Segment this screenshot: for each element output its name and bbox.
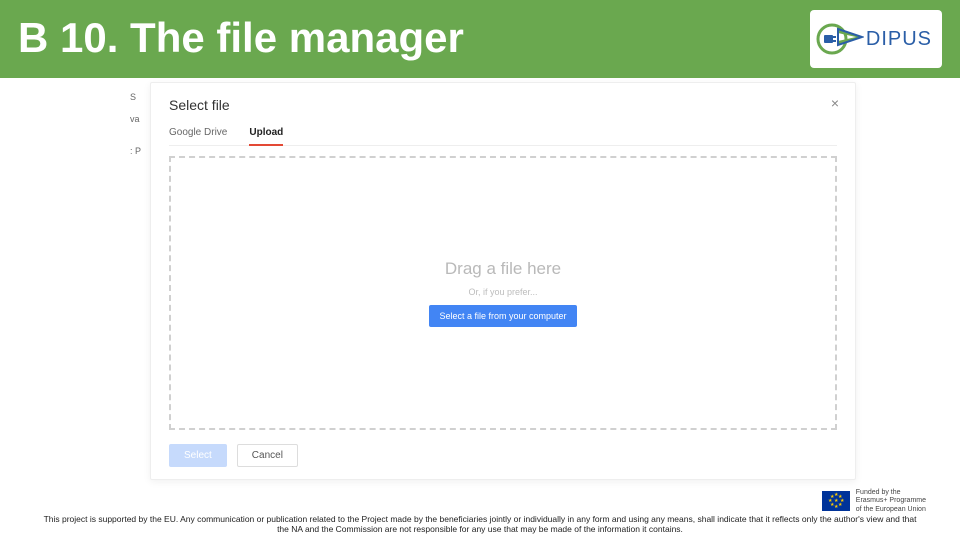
edipus-logo-text: DIPUS bbox=[866, 28, 932, 51]
bg-label: S bbox=[130, 86, 141, 108]
edipus-logo: DIPUS bbox=[810, 10, 942, 68]
eu-flag-icon bbox=[822, 491, 850, 511]
eu-funding-text: Funded by the Erasmus+ Programme of the … bbox=[856, 489, 926, 514]
disclaimer-text: This project is supported by the EU. Any… bbox=[0, 514, 960, 534]
background-form-fragment: S va : P bbox=[130, 86, 141, 162]
modal-tabs: Google Drive Upload bbox=[169, 123, 837, 146]
content-area: S va : P Select file × Google Drive Uplo… bbox=[0, 78, 960, 540]
modal-title: Select file bbox=[169, 97, 837, 113]
eu-line: Erasmus+ Programme bbox=[856, 497, 926, 505]
edipus-logo-icon bbox=[816, 15, 864, 63]
select-button[interactable]: Select bbox=[169, 444, 227, 467]
modal-footer: Select Cancel bbox=[169, 444, 837, 467]
tab-google-drive[interactable]: Google Drive bbox=[169, 123, 227, 145]
slide-header: B 10. The file manager DIPUS bbox=[0, 0, 960, 78]
drag-file-label: Drag a file here bbox=[445, 259, 561, 279]
bg-label: : P bbox=[130, 140, 141, 162]
bg-label: va bbox=[130, 108, 141, 130]
or-label: Or, if you prefer... bbox=[468, 287, 537, 297]
slide-title: B 10. The file manager bbox=[18, 14, 464, 62]
select-file-button[interactable]: Select a file from your computer bbox=[429, 305, 576, 327]
tab-upload[interactable]: Upload bbox=[249, 123, 283, 146]
cancel-button[interactable]: Cancel bbox=[237, 444, 298, 467]
upload-dropzone[interactable]: Drag a file here Or, if you prefer... Se… bbox=[169, 156, 837, 430]
file-picker-modal: Select file × Google Drive Upload Drag a… bbox=[150, 82, 856, 480]
close-icon[interactable]: × bbox=[831, 95, 839, 111]
eu-funding-block: Funded by the Erasmus+ Programme of the … bbox=[822, 489, 926, 514]
eu-line: Funded by the bbox=[856, 489, 926, 497]
